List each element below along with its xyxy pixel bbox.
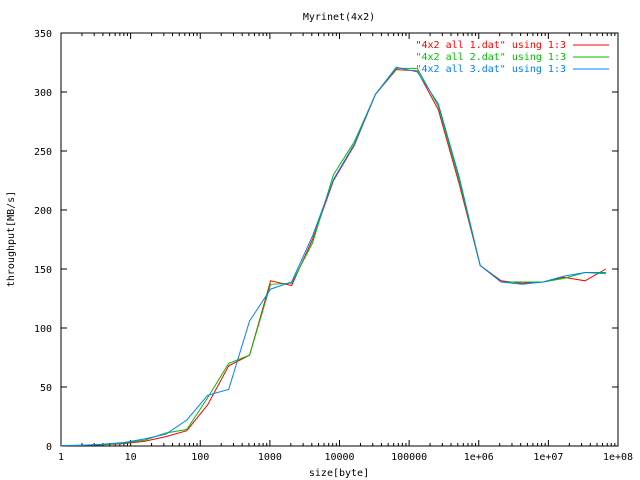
y-tick-label: 100 xyxy=(34,324,52,335)
y-tick-label: 0 xyxy=(46,442,52,453)
x-tick-label: 100 xyxy=(191,452,209,463)
series-line xyxy=(60,67,606,447)
x-axis-label: size[byte] xyxy=(309,468,369,479)
plot-frame xyxy=(60,32,619,447)
x-tick-label: 1000 xyxy=(258,452,282,463)
y-tick-label: 150 xyxy=(34,265,52,276)
legend: "4x2 all 1.dat" using 1:3"4x2 all 2.dat"… xyxy=(415,40,609,75)
plot-border xyxy=(60,32,619,447)
series-line xyxy=(60,66,606,447)
legend-label: "4x2 all 3.dat" using 1:3 xyxy=(415,64,566,75)
x-tick-label: 10000 xyxy=(324,452,354,463)
y-tick-label: 50 xyxy=(40,383,52,394)
legend-label: "4x2 all 2.dat" using 1:3 xyxy=(415,52,566,63)
y-tick-label: 250 xyxy=(34,147,52,158)
line-chart: Myrinet(4x2) 1 10 100 1000 10000 100000 1e+06 1… xyxy=(6,12,633,479)
legend-label: "4x2 all 1.dat" using 1:3 xyxy=(415,40,566,51)
chart-title: Myrinet(4x2) xyxy=(303,12,375,23)
x-tick-label: 1e+08 xyxy=(603,452,633,463)
series-lines xyxy=(60,66,607,447)
y-tick-label: 350 xyxy=(34,29,52,40)
x-tick-label: 1e+07 xyxy=(533,452,563,463)
x-tick-label: 1 xyxy=(58,452,64,463)
axis-ticks: 1 10 100 1000 10000 100000 1e+06 1e+07 1e+08 0 50 1… xyxy=(34,29,633,463)
x-tick-label: 100000 xyxy=(391,452,427,463)
x-tick-label: 10 xyxy=(125,452,137,463)
y-axis-label: throughput[MB/s] xyxy=(6,191,17,287)
y-tick-label: 200 xyxy=(34,206,52,217)
y-tick-label: 300 xyxy=(34,88,52,99)
x-tick-label: 1e+06 xyxy=(464,452,494,463)
series-line xyxy=(60,69,607,447)
